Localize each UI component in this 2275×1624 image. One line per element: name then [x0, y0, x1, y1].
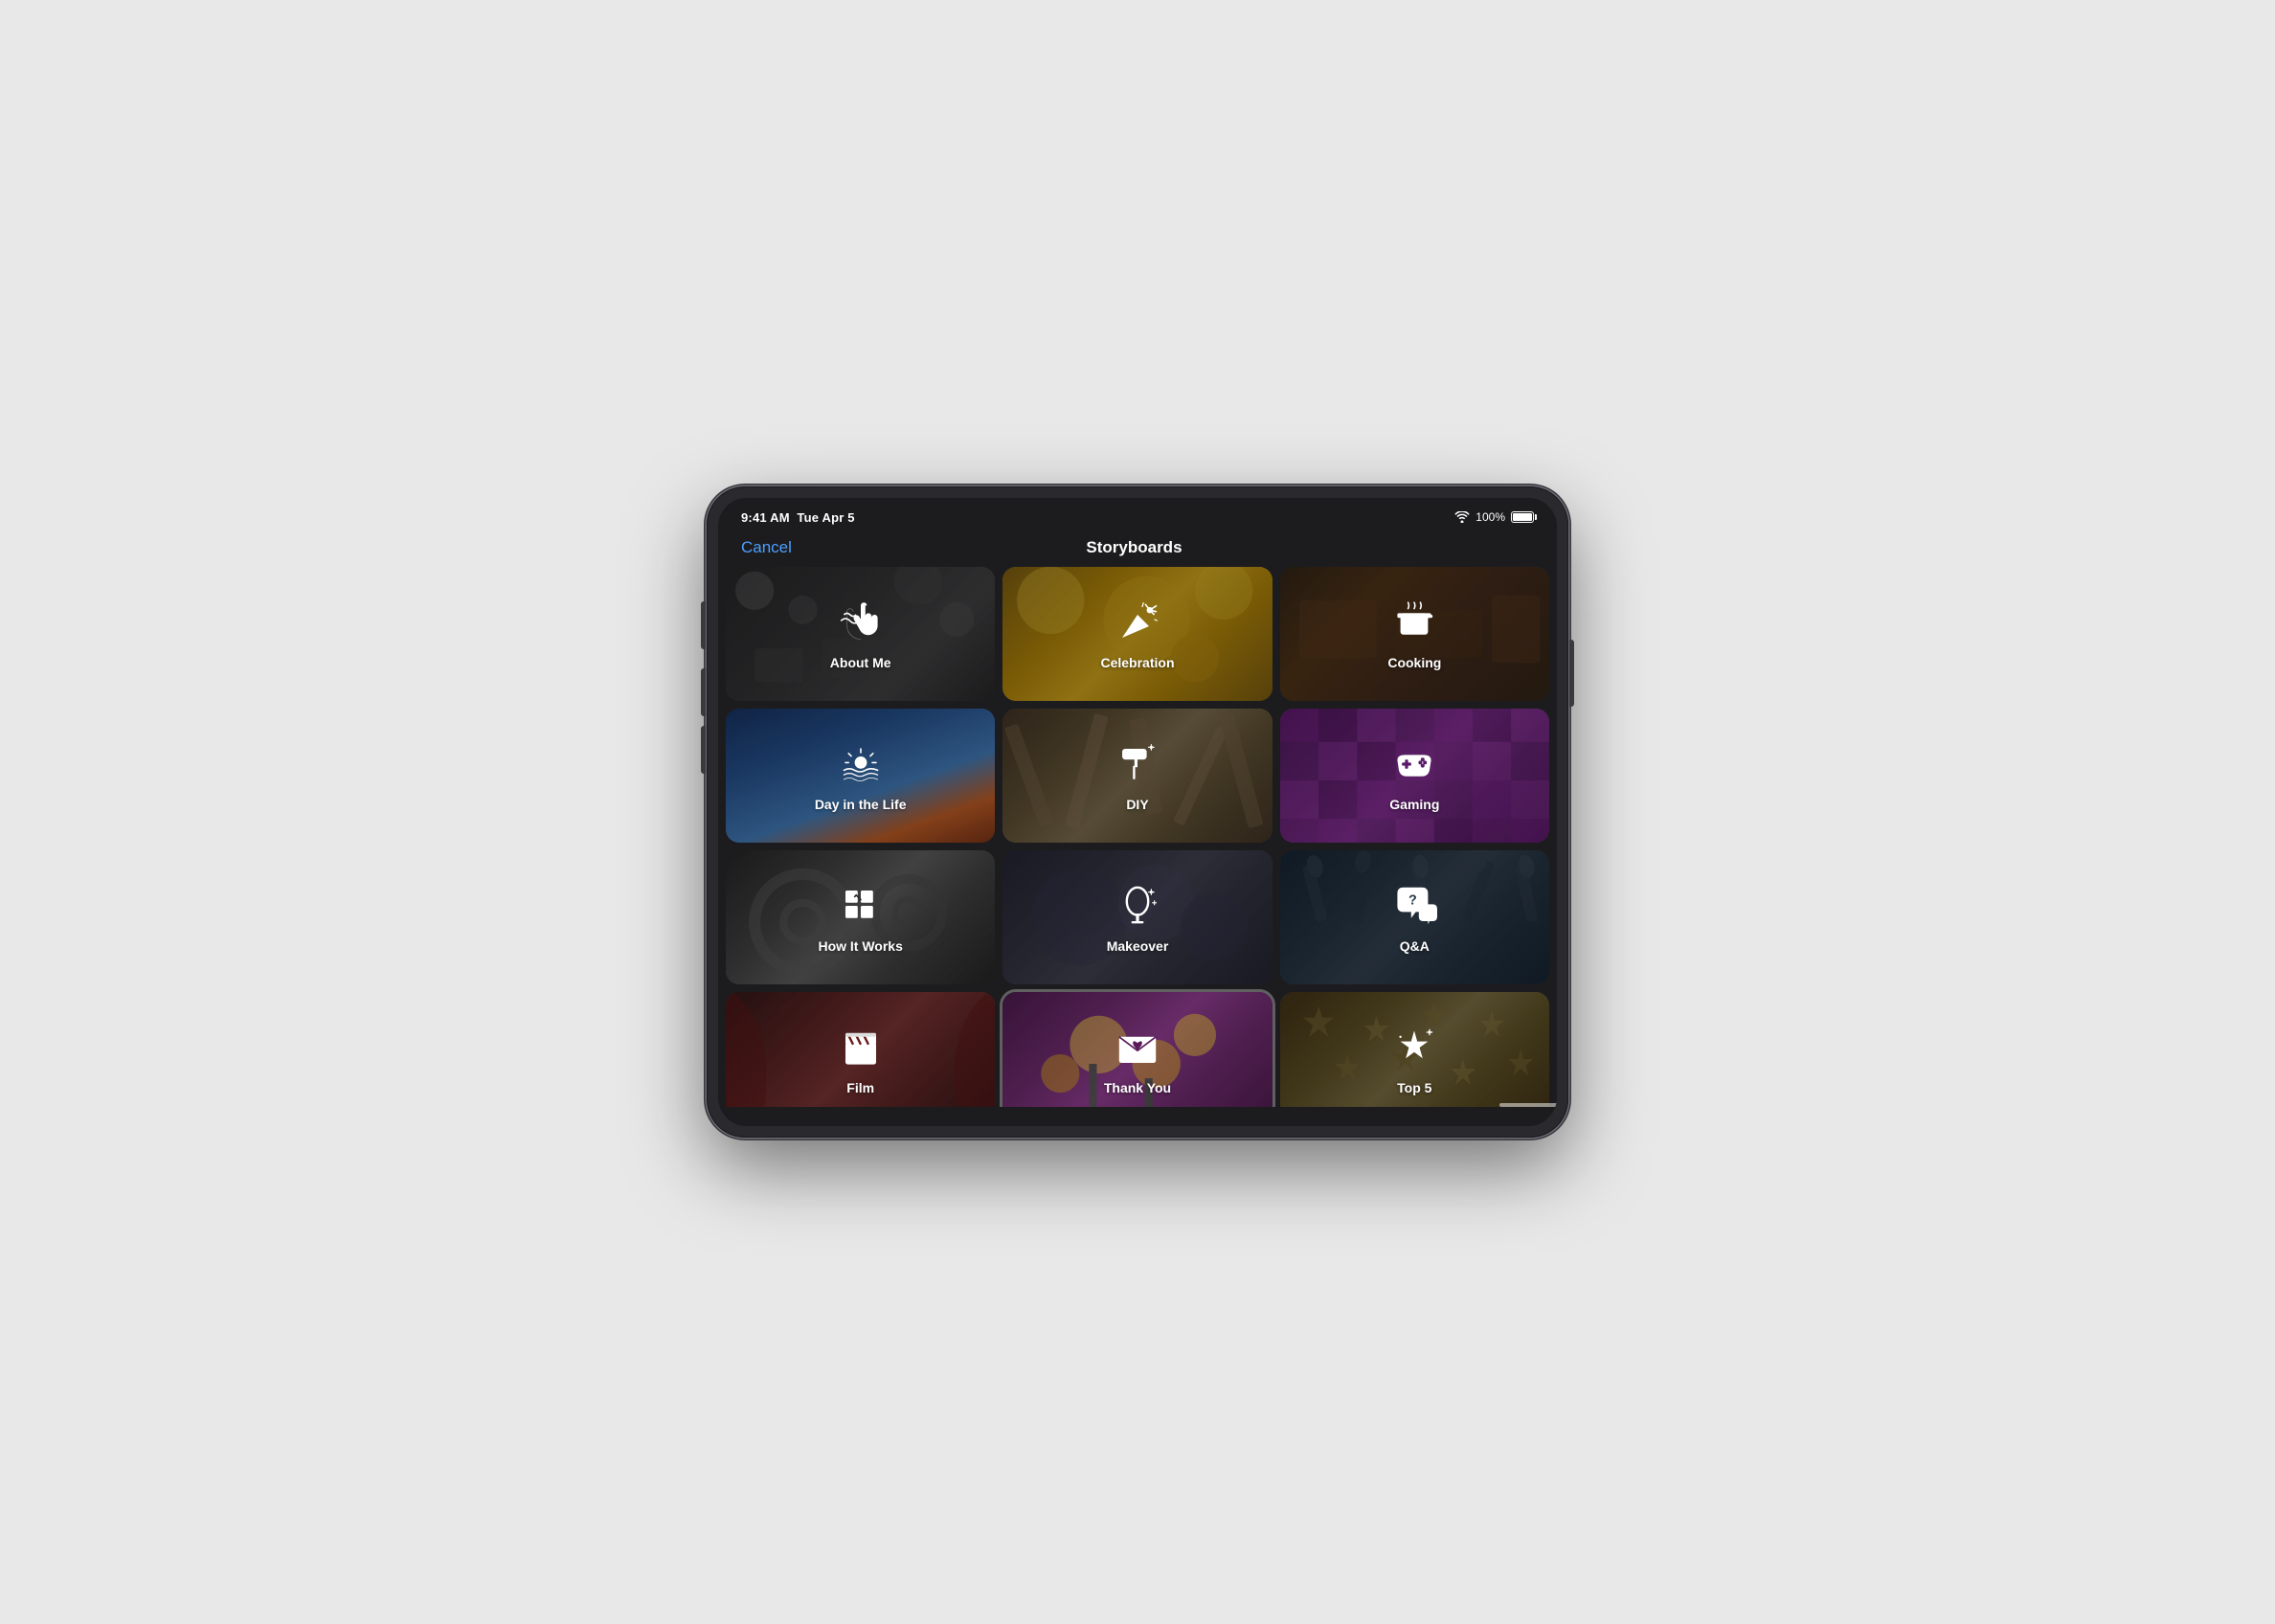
grid-content-qa: ? Q&A — [1280, 850, 1549, 984]
grid-label-qa: Q&A — [1400, 938, 1430, 954]
sunrise-icon — [836, 739, 886, 789]
hand-wave-icon — [836, 598, 886, 647]
paint-roller-icon — [1113, 739, 1162, 789]
grid-content-thank-you: Thank You — [1002, 992, 1272, 1107]
ipad-screen: 9:41 AM Tue Apr 5 100% Cancel Storyboard… — [718, 498, 1557, 1126]
grid-item-qa[interactable]: ? Q&A — [1280, 850, 1549, 984]
grid-label-diy: DIY — [1126, 797, 1148, 812]
grid-item-film[interactable]: Film — [726, 992, 995, 1107]
grid-content-cooking: Cooking — [1280, 567, 1549, 701]
battery-percent: 100% — [1475, 510, 1505, 524]
nav-bar: Cancel Storyboards — [718, 532, 1557, 565]
grid-content-about-me: About Me — [726, 567, 995, 701]
mirror-icon — [1113, 881, 1162, 931]
grid-item-makeover[interactable]: Makeover — [1002, 850, 1272, 984]
grid-label-cooking: Cooking — [1387, 655, 1441, 670]
grid-item-cooking[interactable]: Cooking — [1280, 567, 1549, 701]
wifi-icon — [1454, 511, 1470, 523]
status-time: 9:41 AM Tue Apr 5 — [741, 510, 855, 525]
grid-content-how-it-works: How It Works — [726, 850, 995, 984]
grid-content-makeover: Makeover — [1002, 850, 1272, 984]
grid-item-day-in-life[interactable]: Day in the Life — [726, 709, 995, 843]
grid-label-celebration: Celebration — [1100, 655, 1174, 670]
film-clapper-icon — [836, 1023, 886, 1072]
grid-label-thank-you: Thank You — [1104, 1080, 1171, 1095]
svg-text:?: ? — [1408, 892, 1417, 908]
speech-bubble-question-icon: ? — [1389, 881, 1439, 931]
envelope-heart-icon — [1113, 1023, 1162, 1072]
grid-label-film: Film — [846, 1080, 874, 1095]
grid-item-top5[interactable]: Top 5 — [1280, 992, 1549, 1107]
grid-label-makeover: Makeover — [1107, 938, 1169, 954]
battery-icon — [1511, 511, 1534, 523]
scroll-indicator — [1499, 1103, 1557, 1107]
cancel-button[interactable]: Cancel — [741, 538, 792, 557]
gamepad-icon — [1389, 739, 1439, 789]
grid-item-celebration[interactable]: Celebration — [1002, 567, 1272, 701]
grid-label-day-in-life: Day in the Life — [815, 797, 907, 812]
grid-content-top5: Top 5 — [1280, 992, 1549, 1107]
grid-content-celebration: Celebration — [1002, 567, 1272, 701]
grid-label-how-it-works: How It Works — [818, 938, 902, 954]
grid-item-diy[interactable]: DIY — [1002, 709, 1272, 843]
party-popper-icon — [1113, 598, 1162, 647]
cooking-pot-icon — [1389, 598, 1439, 647]
status-bar: 9:41 AM Tue Apr 5 100% — [718, 498, 1557, 532]
grid-content-diy: DIY — [1002, 709, 1272, 843]
storyboard-grid: About Me — [718, 565, 1557, 1107]
ipad-device: 9:41 AM Tue Apr 5 100% Cancel Storyboard… — [707, 486, 1568, 1138]
grid-item-about-me[interactable]: About Me — [726, 567, 995, 701]
grid-item-gaming[interactable]: Gaming — [1280, 709, 1549, 843]
gears-icon — [836, 881, 886, 931]
page-title: Storyboards — [1086, 538, 1182, 557]
grid-content-day-in-life: Day in the Life — [726, 709, 995, 843]
grid-label-about-me: About Me — [830, 655, 891, 670]
grid-label-top5: Top 5 — [1397, 1080, 1431, 1095]
star-sparkle-icon — [1389, 1023, 1439, 1072]
grid-item-thank-you[interactable]: Thank You — [1002, 992, 1272, 1107]
grid-content-gaming: Gaming — [1280, 709, 1549, 843]
grid-item-how-it-works[interactable]: How It Works — [726, 850, 995, 984]
status-right: 100% — [1454, 510, 1534, 524]
grid-label-gaming: Gaming — [1389, 797, 1439, 812]
grid-content-film: Film — [726, 992, 995, 1107]
